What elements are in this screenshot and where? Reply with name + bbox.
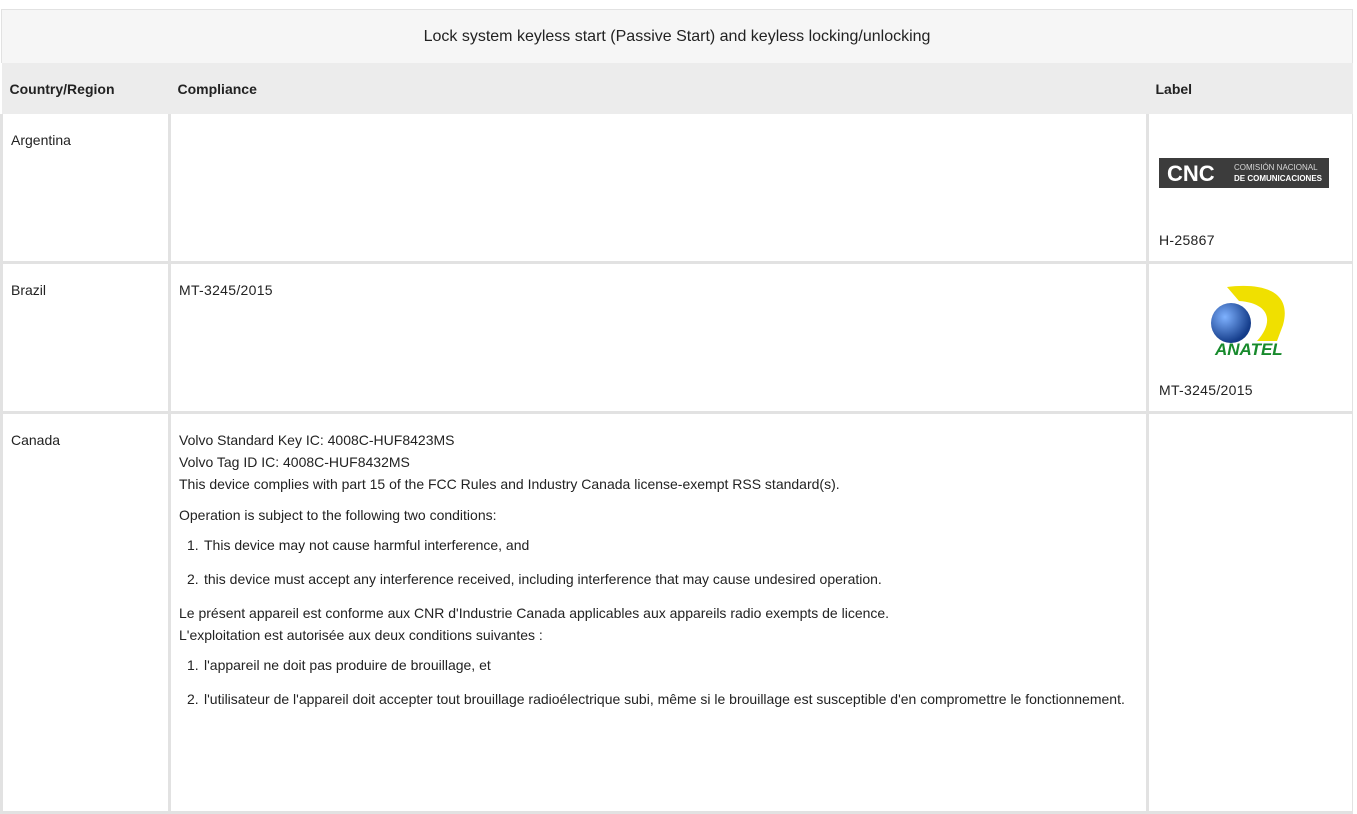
svg-text:COMISIÓN NACIONAL: COMISIÓN NACIONAL xyxy=(1234,163,1318,172)
fcc-statement: This device complies with part 15 of the… xyxy=(179,475,840,492)
label-cell: CNC COMISIÓN NACIONAL DE COMUNICACIONES … xyxy=(1149,114,1352,259)
country-cell: Argentina xyxy=(11,132,71,148)
fr-conditions-intro: L'exploitation est autorisée aux deux co… xyxy=(179,626,543,643)
compliance-table-container: Lock system keyless start (Passive Start… xyxy=(0,9,1354,814)
table-row-brazil: Brazil MT-3245/2015 ANATEL MT-3245/2015 xyxy=(0,262,1354,414)
svg-text:ANATEL: ANATEL xyxy=(1214,340,1283,357)
label-code: MT-3245/2015 xyxy=(1159,381,1253,398)
header-compliance: Compliance xyxy=(169,63,1148,114)
fr-statement: Le présent appareil est conforme aux CNR… xyxy=(179,604,890,621)
fr-conditions-list: 1. l'appareil ne doit pas produire de bro… xyxy=(179,654,1134,710)
country-cell: Canada xyxy=(11,431,61,448)
compliance-cell xyxy=(171,114,1146,129)
svg-text:DE COMUNICACIONES: DE COMUNICACIONES xyxy=(1234,174,1323,183)
compliance-table: Lock system keyless start (Passive Start… xyxy=(0,9,1354,814)
header-country: Country/Region xyxy=(1,63,170,114)
ic-tag-line: Volvo Tag ID IC: 4008C-HUF8432MS xyxy=(179,453,410,470)
conditions-intro: Operation is subject to the following tw… xyxy=(179,506,497,523)
list-item: 1. l'appareil ne doit pas produire de bro… xyxy=(187,656,491,673)
svg-text:CNC: CNC xyxy=(1167,161,1215,186)
list-item: 2. l'utilisateur de l'appareil doit accep… xyxy=(187,690,1125,707)
ic-key-line: Volvo Standard Key IC: 4008C-HUF8423MS xyxy=(179,431,455,448)
table-caption: Lock system keyless start (Passive Start… xyxy=(423,27,931,45)
table-row-canada: Canada Volvo Standard Key IC: 4008C-HUF8… xyxy=(0,412,1354,814)
label-cell: ANATEL MT-3245/2015 xyxy=(1149,264,1352,411)
header-label: Label xyxy=(1147,63,1353,114)
list-item: 2. this device must accept any interferen… xyxy=(187,570,882,587)
table-header-row: Country/Region Compliance Label xyxy=(1,63,1353,114)
compliance-cell: Volvo Standard Key IC: 4008C-HUF8423MS V… xyxy=(171,414,1146,710)
list-item: 1. This device may not cause harmful inte… xyxy=(187,536,530,553)
label-code: H-25867 xyxy=(1159,232,1215,248)
table-row-argentina: Argentina CNC COMISIÓN NACIONAL DE COMUN… xyxy=(0,114,1354,264)
country-cell: Brazil xyxy=(11,281,47,298)
anatel-logo-icon: ANATEL xyxy=(1211,285,1285,357)
cnc-logo-icon: CNC COMISIÓN NACIONAL DE COMUNICACIONES xyxy=(1159,158,1329,188)
conditions-list: 1. This device may not cause harmful inte… xyxy=(179,534,1134,590)
compliance-cell: MT-3245/2015 xyxy=(179,281,273,298)
